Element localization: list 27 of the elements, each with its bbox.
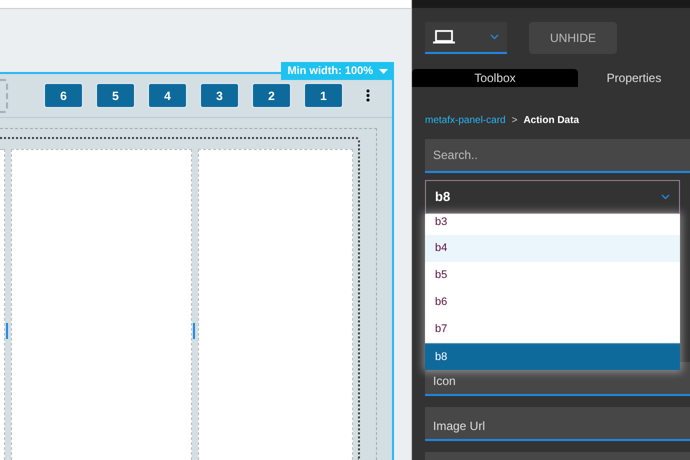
toolbar-button[interactable]: 6 xyxy=(44,83,83,108)
dropdown-option[interactable]: b6 xyxy=(425,289,680,316)
input-field[interactable]: Image Url xyxy=(425,407,690,441)
data-select[interactable]: b8 xyxy=(425,180,680,214)
toolbar-button[interactable]: 4 xyxy=(148,83,187,108)
breadcrumb-separator: > xyxy=(512,114,518,128)
device-select[interactable] xyxy=(425,22,507,54)
dropdown-option[interactable]: b8 xyxy=(425,343,680,370)
placeholder-block xyxy=(0,78,8,112)
dropdown-option[interactable]: b4 xyxy=(425,235,680,262)
kebab-menu-icon[interactable] xyxy=(366,89,370,102)
toolbar-button[interactable]: 3 xyxy=(200,83,239,108)
toolbar-button[interactable]: 5 xyxy=(96,83,135,108)
unhide-button[interactable]: UNHIDE xyxy=(529,22,617,54)
resize-handle[interactable] xyxy=(6,323,8,339)
panel-tab[interactable]: Toolbox xyxy=(412,69,578,87)
breadcrumb-current: Action Data xyxy=(523,114,579,128)
toolbar-button[interactable]: 2 xyxy=(252,83,291,108)
search-field[interactable]: Search.. xyxy=(425,139,690,173)
chevron-icon xyxy=(490,34,499,40)
dropdown-option[interactable]: b7 xyxy=(425,316,680,343)
resize-handle[interactable] xyxy=(193,323,195,339)
dropdown-option[interactable]: b3 xyxy=(425,214,680,235)
breadcrumb-link[interactable]: metafx-panel-card xyxy=(425,113,506,128)
dropdown-option[interactable]: b5 xyxy=(425,262,680,289)
toolbar-button[interactable]: 1 xyxy=(304,83,343,108)
laptop-icon xyxy=(433,30,455,44)
